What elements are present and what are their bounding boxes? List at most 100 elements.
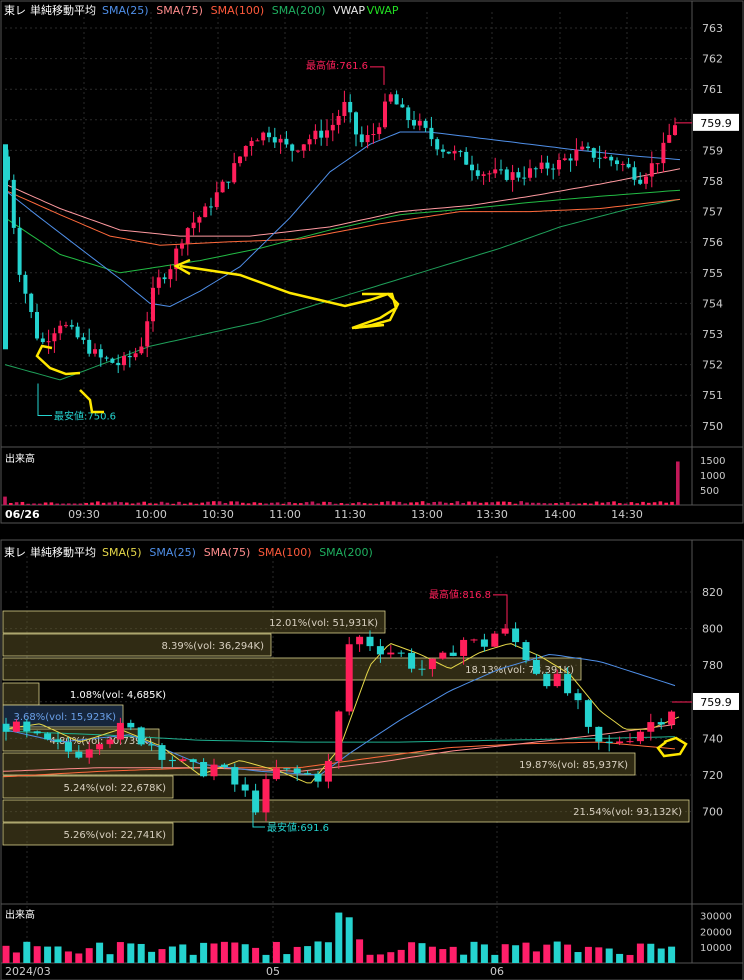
volume-bar <box>583 502 587 505</box>
volume-bar <box>72 503 77 505</box>
candle-body <box>85 749 93 758</box>
candle-body <box>377 127 382 135</box>
last-price-text: 759.9 <box>700 117 732 130</box>
candle-body <box>626 163 631 168</box>
volume-bar <box>64 951 72 963</box>
candle-body <box>127 722 135 728</box>
volume-bar <box>55 503 59 505</box>
y-tick-label: 761 <box>702 83 723 96</box>
candle-body <box>64 325 68 327</box>
candle-body <box>261 132 266 141</box>
candle-body <box>241 784 249 791</box>
candle-body <box>400 104 405 108</box>
candle-body <box>470 164 474 171</box>
volume-bar <box>67 503 71 505</box>
candle-body <box>481 174 486 176</box>
volume-label: 出来高 <box>5 908 35 921</box>
x-tick-label: 05 <box>266 965 280 978</box>
volume-bar <box>96 942 104 963</box>
candle-body <box>319 130 324 138</box>
candle-body <box>636 731 644 742</box>
volume-bar <box>183 503 187 505</box>
candle-body <box>449 652 457 656</box>
candle-body <box>470 639 478 641</box>
volume-bar <box>200 502 204 505</box>
candle-body <box>33 731 41 734</box>
volume-profile-label: 12.01%(vol: 51,931K) <box>269 618 378 629</box>
candle-body <box>336 115 341 125</box>
candle-body <box>110 358 115 363</box>
volume-bar <box>426 503 431 505</box>
y-tick-label: 755 <box>702 267 723 280</box>
x-tick-label: 13:30 <box>476 508 508 521</box>
candle-body <box>3 144 8 350</box>
volume-bar <box>501 944 509 963</box>
volume-profile-label: 8.39%(vol: 36,294K) <box>162 641 265 652</box>
x-tick-label: 11:00 <box>269 508 301 521</box>
volume-bar <box>623 503 628 505</box>
candle-body <box>104 357 109 359</box>
volume-bar <box>397 949 405 963</box>
volume-bar <box>252 502 257 505</box>
candle-body <box>81 337 86 340</box>
candle-body <box>96 744 104 750</box>
volume-bar <box>461 502 465 505</box>
candle-body <box>139 346 144 354</box>
candle-body <box>243 146 248 157</box>
candle-body <box>553 673 561 687</box>
x-tick-label: 14:30 <box>611 508 643 521</box>
candle-body <box>106 739 114 745</box>
volume-bar <box>432 501 436 505</box>
candle-body <box>296 150 300 152</box>
candle-body <box>458 151 463 153</box>
candle-body <box>278 138 283 143</box>
x-tick-label: 2024/03 <box>5 965 51 978</box>
volume-bar <box>252 947 260 963</box>
volume-bar <box>374 503 378 505</box>
volume-bar <box>438 501 442 505</box>
volume-bar <box>449 502 454 505</box>
volume-bar <box>668 946 676 963</box>
candle-body <box>267 132 271 138</box>
candle-body <box>29 293 34 312</box>
candle-body <box>528 168 532 178</box>
volume-bar <box>553 941 561 963</box>
candle-body <box>356 636 364 645</box>
volume-bar <box>444 502 448 505</box>
volume-bar <box>154 503 158 505</box>
volume-bar <box>376 954 384 963</box>
volume-bar <box>478 502 483 505</box>
volume-bar <box>647 502 651 505</box>
volume-tick-label: 500 <box>700 486 719 497</box>
volume-bar <box>281 503 286 505</box>
candle-body <box>551 168 556 170</box>
x-tick-label: 10:00 <box>135 508 167 521</box>
volume-bar <box>512 945 520 963</box>
candle-body <box>122 355 126 366</box>
candle-body <box>44 733 52 740</box>
candle-body <box>439 652 447 659</box>
candle-body <box>661 142 666 164</box>
volume-bar <box>380 501 384 505</box>
candle-body <box>388 94 393 102</box>
candle-body <box>168 269 173 280</box>
high-label: 最高値:816.8 <box>429 588 491 601</box>
volume-bar <box>142 501 146 505</box>
volume-bar <box>287 502 291 505</box>
candle-body <box>87 339 92 354</box>
volume-bar <box>502 501 506 505</box>
volume-bar <box>179 944 187 963</box>
candle-body <box>491 633 499 647</box>
volume-bar <box>220 941 228 963</box>
candle-body <box>417 120 422 126</box>
volume-bar <box>96 501 100 505</box>
candle-body <box>584 700 592 727</box>
volume-bar <box>262 954 270 963</box>
candle-body <box>301 144 306 151</box>
candle-body <box>284 138 289 145</box>
candle-body <box>655 163 660 165</box>
y-tick-label: 757 <box>702 206 723 219</box>
candle-body <box>313 130 318 140</box>
candle-body <box>283 768 291 770</box>
volume-bar <box>90 502 94 505</box>
